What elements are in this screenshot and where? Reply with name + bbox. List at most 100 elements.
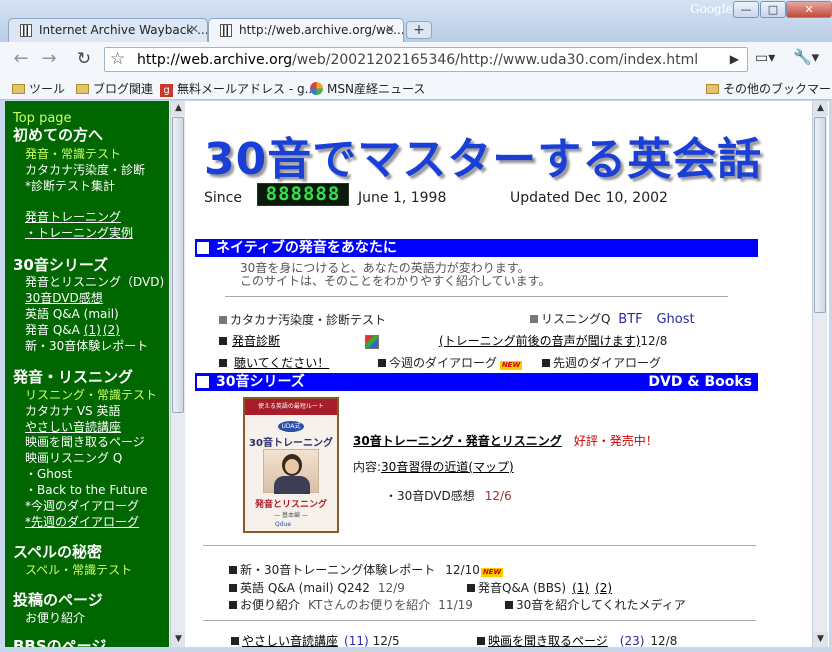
pron-diag-link[interactable]: 発音診断 — [232, 334, 280, 348]
go-arrow-icon[interactable]: ▶ — [730, 52, 739, 66]
qa-bbs-link-2[interactable]: (2) — [595, 581, 612, 595]
since-date: June 1, 1998 — [358, 190, 447, 206]
nav-heading-posts[interactable]: 投稿のページ — [13, 589, 103, 610]
tab-wayback[interactable]: Internet Archive Wayback ... ✕ — [8, 18, 208, 42]
scroll-up-arrow-icon[interactable]: ▲ — [171, 101, 185, 116]
scroll-thumb[interactable] — [814, 117, 826, 313]
dvd-cover-title: 30音トレーニング — [249, 438, 333, 449]
close-window-button[interactable]: ✕ — [786, 1, 832, 18]
product-status: 好評・発売中！ — [573, 434, 658, 448]
product-link[interactable]: 30音トレーニング・発音とリスニング — [353, 434, 562, 448]
this-week-link[interactable]: 今週のダイアローグ — [378, 354, 497, 371]
maximize-button[interactable]: □ — [760, 1, 786, 18]
divider — [225, 296, 728, 297]
wrench-menu-icon[interactable]: 🔧▾ — [793, 48, 819, 66]
nav-listening-test[interactable]: リスニング・常識テスト — [25, 386, 157, 403]
scroll-down-arrow-icon[interactable]: ▼ — [813, 632, 828, 647]
katakana-test-link[interactable]: カタカナ汚染度・診断テスト — [219, 311, 386, 328]
ghost-link[interactable]: Ghost — [656, 312, 694, 327]
nav-ghost[interactable]: ・Ghost — [25, 465, 72, 482]
nav-diag-summary[interactable]: *診断テスト集計 — [25, 177, 115, 194]
nav-letters[interactable]: お便り紹介 — [25, 609, 85, 626]
qa-bbs-link-1[interactable]: (1) — [572, 581, 589, 595]
url-text[interactable]: http://web.archive.org/web/2002120216534… — [137, 52, 698, 68]
nav-pron-test[interactable]: 発音・常識テスト — [25, 145, 121, 162]
bookmark-other[interactable]: その他のブックマーク — [706, 80, 832, 97]
last-week-link[interactable]: 先週のダイアローグ — [542, 354, 661, 371]
dvd-review-link[interactable]: ・30音DVD感想 — [385, 489, 475, 503]
bookmark-free-mail[interactable]: g 無料メールアドレス - g... — [160, 80, 316, 97]
nav-qa-pron-1[interactable]: (1) — [84, 323, 101, 337]
nav-dvd-review[interactable]: 30音DVD感想 — [25, 289, 103, 306]
broken-image-icon — [365, 335, 379, 349]
bookmark-blog[interactable]: ブログ関連 — [76, 80, 153, 97]
nav-heading-spell[interactable]: スペルの秘密 — [13, 541, 102, 562]
training-voice-date: 12/8 — [640, 334, 668, 348]
report-row: 新・30音トレーニング体験レポート 12/10 — [229, 561, 480, 578]
nav-katakana-diag[interactable]: カタカナ汚染度・診断 — [25, 161, 145, 178]
letters-link[interactable]: お便り紹介 — [240, 598, 300, 612]
dvd-books-label[interactable]: DVD & Books — [648, 373, 752, 391]
content-map-link[interactable]: 30音習得の近道(マップ) — [381, 460, 514, 474]
qa-mail-link[interactable]: 英語 Q&A (mail) Q242 — [240, 581, 370, 595]
native-line-2: このサイトは、そのことをわかりやすく紹介しています。 — [240, 274, 551, 288]
left-nav-frame: Top page 初めての方へ 発音・常識テスト カタカナ汚染度・診断 *診断テ… — [5, 101, 185, 647]
address-bar[interactable]: ☆ http://web.archive.org/web/20021202165… — [104, 47, 748, 72]
nav-movie-page[interactable]: 映画を聞き取るページ — [25, 433, 145, 450]
tab-archive-page[interactable]: http://web.archive.org/we... ✕ — [208, 18, 404, 42]
report-link[interactable]: 新・30音トレーニング体験レポート — [240, 563, 435, 577]
green-sidebar: Top page 初めての方へ 発音・常識テスト カタカナ汚染度・診断 *診断テ… — [5, 101, 169, 647]
report-date: 12/10 — [445, 563, 480, 577]
nav-training-examples[interactable]: ・トレーニング実例 — [25, 224, 133, 241]
nav-pron-training[interactable]: 発音トレーニング — [25, 208, 121, 225]
bookmark-star-icon[interactable]: ☆ — [110, 49, 125, 69]
square-bullet-icon — [219, 359, 227, 367]
nav-heading-bbs[interactable]: BBSのページ — [13, 635, 106, 647]
dvd-cover-image[interactable]: 使える英語の最短ルート UDA式 30音トレーニング 発音とリスニング ― 基本… — [243, 397, 339, 533]
new-badge: NEW — [500, 361, 522, 370]
square-bullet-icon — [467, 584, 475, 592]
new-tab-button[interactable]: + — [406, 21, 432, 39]
listening-q-link[interactable]: リスニングQ — [541, 312, 610, 326]
nav-dvd[interactable]: 発音とリスニング（DVD) — [25, 273, 164, 290]
nav-heading-series[interactable]: 30音シリーズ — [13, 254, 108, 275]
square-bullet-icon — [229, 601, 237, 609]
back-arrow-icon[interactable]: ← — [10, 48, 32, 70]
nav-qa-pron-2[interactable]: (2) — [103, 323, 120, 337]
nav-movie-q[interactable]: 映画リスニング Q — [25, 449, 122, 466]
training-voice-row: (トレーニング前後の音声が聞けます)12/8 — [439, 332, 667, 349]
bookmarks-bar: ツール ブログ関連 g 無料メールアドレス - g... MSN産経ニュース その… — [0, 76, 832, 100]
bookmark-msn-sankei[interactable]: MSN産経ニュース — [310, 80, 425, 97]
divider — [203, 620, 756, 621]
movie-link[interactable]: 映画を聞き取るページ — [488, 634, 608, 647]
listen-please-link[interactable]: 聴いてください！ — [234, 356, 329, 370]
scroll-down-arrow-icon[interactable]: ▼ — [171, 632, 185, 647]
training-voice-link[interactable]: (トレーニング前後の音声が聞けます) — [439, 334, 640, 348]
tab-close-icon[interactable]: ✕ — [385, 22, 395, 36]
reload-icon[interactable]: ↻ — [73, 48, 95, 70]
nav-heading-beginners[interactable]: 初めての方へ — [13, 124, 103, 145]
scroll-thumb[interactable] — [172, 117, 184, 413]
bookmark-tools[interactable]: ツール — [12, 80, 65, 97]
reading-link[interactable]: やさしい音読講座 — [242, 634, 338, 647]
scroll-up-arrow-icon[interactable]: ▲ — [813, 101, 828, 116]
nav-btf[interactable]: ・Back to the Future — [25, 481, 148, 498]
btf-link[interactable]: BTF — [618, 312, 642, 327]
nav-heading-listening[interactable]: 発音・リスニング — [13, 366, 133, 387]
nav-last-week[interactable]: *先週のダイアローグ — [25, 513, 139, 530]
page-menu-icon[interactable]: ▭▾ — [755, 50, 775, 66]
nav-qa-mail[interactable]: 英語 Q&A (mail) — [25, 305, 119, 322]
archive-favicon-icon — [220, 24, 232, 37]
nav-katakana-vs-english[interactable]: カタカナ VS 英語 — [25, 402, 120, 419]
tab-close-icon[interactable]: ✕ — [189, 22, 199, 36]
nav-this-week[interactable]: *今週のダイアローグ — [25, 497, 139, 514]
forward-arrow-icon[interactable]: → — [38, 48, 60, 70]
minimize-button[interactable]: — — [733, 1, 759, 18]
media-link[interactable]: 30音を紹介してくれたメディア — [516, 598, 686, 612]
dvd-cover-edition: ― 基本編 ― — [274, 512, 308, 519]
main-frame-scrollbar[interactable]: ▲ ▼ — [812, 101, 828, 647]
nav-spell-test[interactable]: スペル・常識テスト — [25, 561, 132, 578]
new-badge: NEW — [481, 568, 503, 577]
nav-report[interactable]: 新・30音体験レポート — [25, 337, 148, 354]
left-frame-scrollbar[interactable]: ▲ ▼ — [170, 101, 185, 647]
